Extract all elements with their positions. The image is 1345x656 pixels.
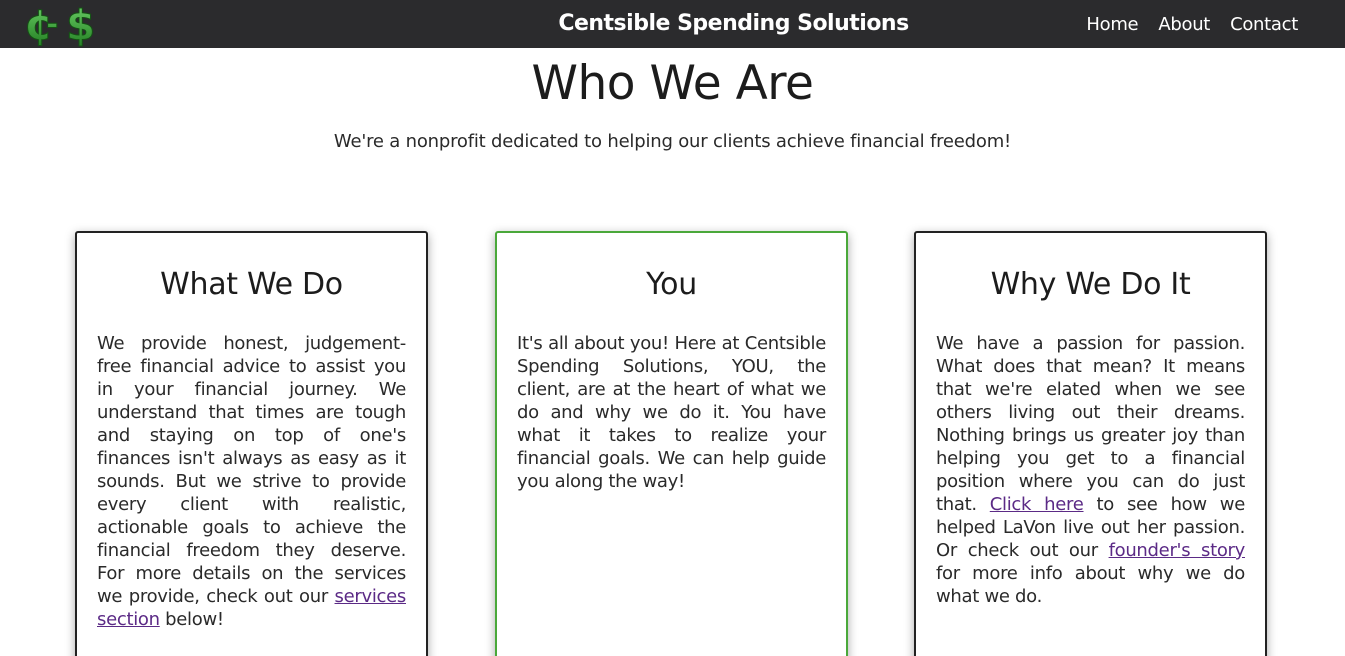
- page-subtitle: We're a nonprofit dedicated to helping o…: [333, 131, 1012, 152]
- founders-story-link[interactable]: founder's story: [1109, 540, 1246, 561]
- click-here-link[interactable]: Click here: [990, 494, 1084, 515]
- card-what-we-do: What We Do We provide honest, judgement-…: [75, 231, 428, 656]
- brand-title-text[interactable]: Centsible Spending Solutions: [558, 11, 909, 36]
- card-title: You: [646, 267, 697, 302]
- card-text: We provide honest, judgement-free financ…: [97, 332, 406, 631]
- page-title: Who We Are: [531, 56, 814, 111]
- card-title: What We Do: [160, 267, 343, 302]
- nav-link-about[interactable]: About: [1158, 14, 1210, 35]
- card-text-body: We have a passion for passion. What does…: [936, 333, 1245, 515]
- card-text: It's all about you! Here at Centsible Sp…: [517, 333, 826, 492]
- nav-link-home[interactable]: Home: [1086, 14, 1138, 35]
- card-text-body: We provide honest, judgement-free financ…: [97, 333, 406, 607]
- navbar: ¢ - $ Centsible Spending Solutions Home …: [0, 0, 1345, 48]
- nav-link-contact[interactable]: Contact: [1230, 14, 1298, 35]
- svg-text:-: -: [46, 7, 58, 42]
- cents-dollar-logo-icon[interactable]: ¢ - $: [26, 1, 106, 47]
- card-text-end: for more info about why we do what we do…: [936, 563, 1245, 607]
- card-title: Why We Do It: [990, 267, 1191, 302]
- card-text-end: below!: [159, 609, 224, 630]
- svg-text:$: $: [66, 1, 95, 47]
- nav-links: Home About Contact: [1086, 0, 1298, 48]
- card-why-we-do-it: Why We Do It We have a passion for passi…: [914, 231, 1267, 656]
- card-you: You It's all about you! Here at Centsibl…: [495, 231, 848, 656]
- card-text: We have a passion for passion. What does…: [936, 332, 1245, 608]
